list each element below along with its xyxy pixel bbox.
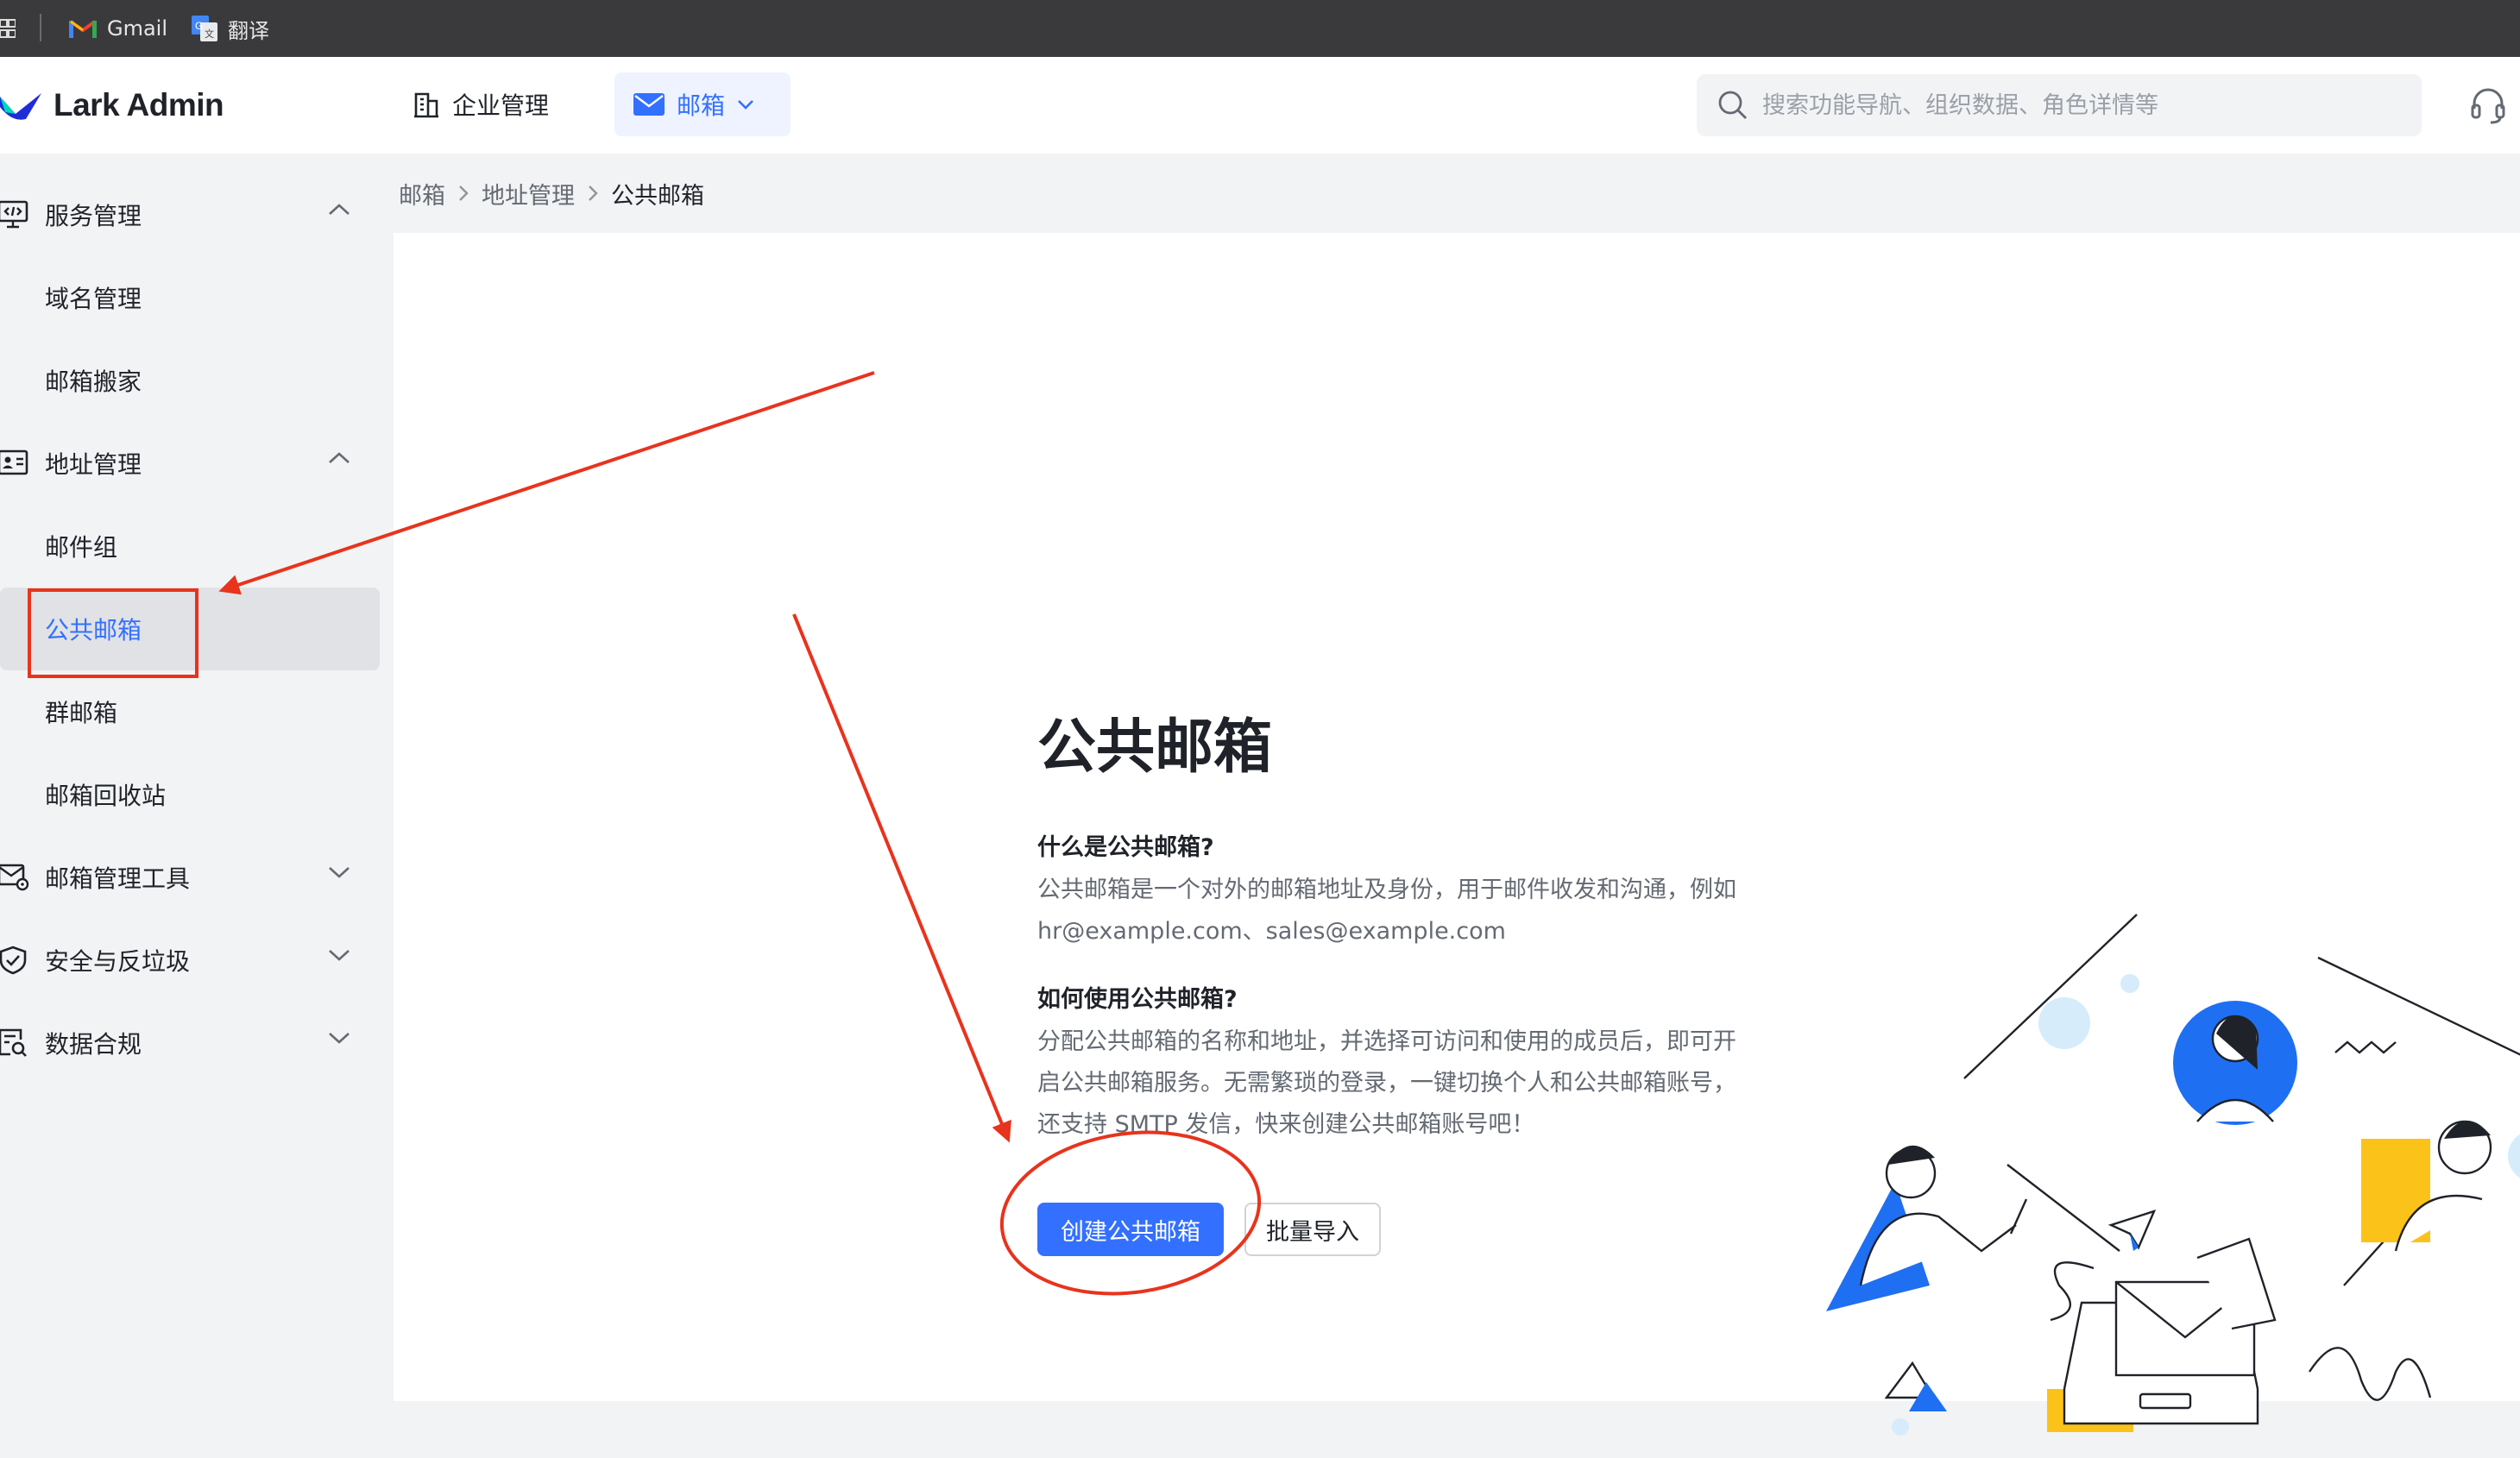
sidebar-group-address-management[interactable]: 地址管理	[0, 422, 394, 505]
top-navigation: Lark Admin 企业管理 邮箱	[0, 57, 2520, 154]
sidebar-item-label: 邮件组	[45, 533, 118, 562]
translate-icon: G文	[192, 16, 217, 41]
search-input[interactable]	[1762, 91, 2366, 119]
page-title: 公共邮箱	[1037, 713, 1273, 782]
nav-label: 企业管理	[452, 91, 550, 120]
breadcrumb: 邮箱 地址管理 公共邮箱	[394, 154, 2520, 233]
svg-text:文: 文	[205, 28, 214, 40]
faq-question-what: 什么是公共邮箱?	[1037, 834, 1214, 861]
create-public-mailbox-button[interactable]: 创建公共邮箱	[1037, 1203, 1224, 1256]
lark-admin-logo[interactable]: Lark Admin	[0, 57, 224, 154]
sidebar-group-label: 安全与反垃圾	[45, 947, 191, 976]
chevron-down-icon	[329, 1033, 350, 1044]
help-headset-icon[interactable]	[2470, 86, 2506, 128]
sidebar-group-label: 数据合规	[45, 1030, 142, 1059]
nav-label: 邮箱	[677, 91, 726, 120]
sidebar-group-label: 服务管理	[45, 202, 142, 230]
shield-check-icon	[0, 946, 27, 975]
sidebar-item-public-mailbox[interactable]: 公共邮箱	[0, 588, 380, 670]
nav-enterprise-management[interactable]: 企业管理	[394, 72, 568, 136]
sidebar-group-mailbox-tools[interactable]: 邮箱管理工具	[0, 836, 394, 919]
gmail-icon	[69, 20, 97, 38]
breadcrumb-public-mailbox: 公共邮箱	[611, 182, 704, 210]
public-mailbox-illustration	[1826, 914, 2520, 1436]
logo-text: Lark Admin	[54, 87, 224, 123]
chevron-down-icon	[329, 950, 350, 961]
sidebar: 服务管理 域名管理 邮箱搬家 地址管理 邮件组 公共邮箱 群邮箱 邮箱回收站 邮…	[0, 154, 394, 1401]
chevron-up-icon	[329, 204, 350, 215]
bookmark-label: Gmail	[107, 16, 168, 41]
bookmark-label: 翻译	[228, 18, 269, 43]
chevron-down-icon	[329, 867, 350, 878]
sidebar-item-mail-group[interactable]: 邮件组	[0, 505, 380, 588]
chevron-right-icon	[589, 185, 598, 201]
chevron-down-icon	[738, 100, 753, 110]
mail-icon	[633, 93, 665, 116]
sidebar-group-data-compliance[interactable]: 数据合规	[0, 1002, 394, 1084]
faq-answer-what-line2: hr@example.com、sales@example.com	[1037, 918, 1506, 945]
sidebar-group-label: 地址管理	[45, 450, 142, 479]
document-search-icon	[0, 1028, 27, 1057]
breadcrumb-mailbox[interactable]: 邮箱	[399, 177, 445, 211]
bookmarks-bar: Gmail G文 翻译	[0, 0, 2520, 57]
bookmark-gmail[interactable]: Gmail	[69, 0, 167, 57]
sidebar-item-label: 公共邮箱	[45, 616, 142, 644]
faq-answer-what-line1: 公共邮箱是一个对外的邮箱地址及身份，用于邮件收发和沟通，例如	[1037, 877, 1736, 903]
chevron-up-icon	[329, 452, 350, 463]
sidebar-item-label: 域名管理	[45, 285, 142, 313]
mail-settings-icon	[0, 864, 29, 891]
apps-grid-icon[interactable]	[0, 0, 16, 57]
nav-mailbox[interactable]: 邮箱	[614, 72, 791, 136]
breadcrumb-address-management[interactable]: 地址管理	[482, 177, 575, 211]
building-icon	[414, 92, 438, 118]
sidebar-item-group-mailbox[interactable]: 群邮箱	[0, 670, 380, 753]
faq-answer-how-line1: 分配公共邮箱的名称和地址，并选择可访问和使用的成员后，即可开	[1037, 1028, 1736, 1055]
sidebar-item-label: 群邮箱	[45, 699, 118, 727]
bookmarks-divider	[40, 14, 41, 41]
sidebar-item-domain-management[interactable]: 域名管理	[0, 256, 380, 339]
monitor-code-icon	[0, 200, 28, 229]
sidebar-group-security-antispam[interactable]: 安全与反垃圾	[0, 919, 394, 1002]
search-icon	[1718, 91, 1747, 119]
lark-logo-icon	[0, 93, 41, 120]
sidebar-item-mailbox-recycle-bin[interactable]: 邮箱回收站	[0, 753, 380, 836]
main-content: 公共邮箱 什么是公共邮箱? 公共邮箱是一个对外的邮箱地址及身份，用于邮件收发和沟…	[394, 233, 2520, 1436]
sidebar-item-mailbox-migration[interactable]: 邮箱搬家	[0, 339, 380, 422]
bookmark-translate[interactable]: G文 翻译	[192, 0, 269, 57]
global-search[interactable]	[1697, 74, 2422, 136]
faq-answer-how-line2: 启公共邮箱服务。无需繁琐的登录，一键切换个人和公共邮箱账号，	[1037, 1070, 1736, 1097]
contact-card-icon	[0, 449, 28, 475]
sidebar-item-label: 邮箱回收站	[45, 782, 167, 810]
svg-text:G: G	[195, 20, 203, 32]
sidebar-group-label: 邮箱管理工具	[45, 864, 191, 893]
sidebar-group-service-management[interactable]: 服务管理	[0, 173, 394, 256]
faq-answer-how-line3: 还支持 SMTP 发信，快来创建公共邮箱账号吧！	[1037, 1111, 1535, 1138]
sidebar-item-label: 邮箱搬家	[45, 368, 142, 396]
faq-question-how: 如何使用公共邮箱?	[1037, 986, 1238, 1013]
chevron-right-icon	[459, 185, 469, 201]
bulk-import-button[interactable]: 批量导入	[1244, 1203, 1381, 1256]
